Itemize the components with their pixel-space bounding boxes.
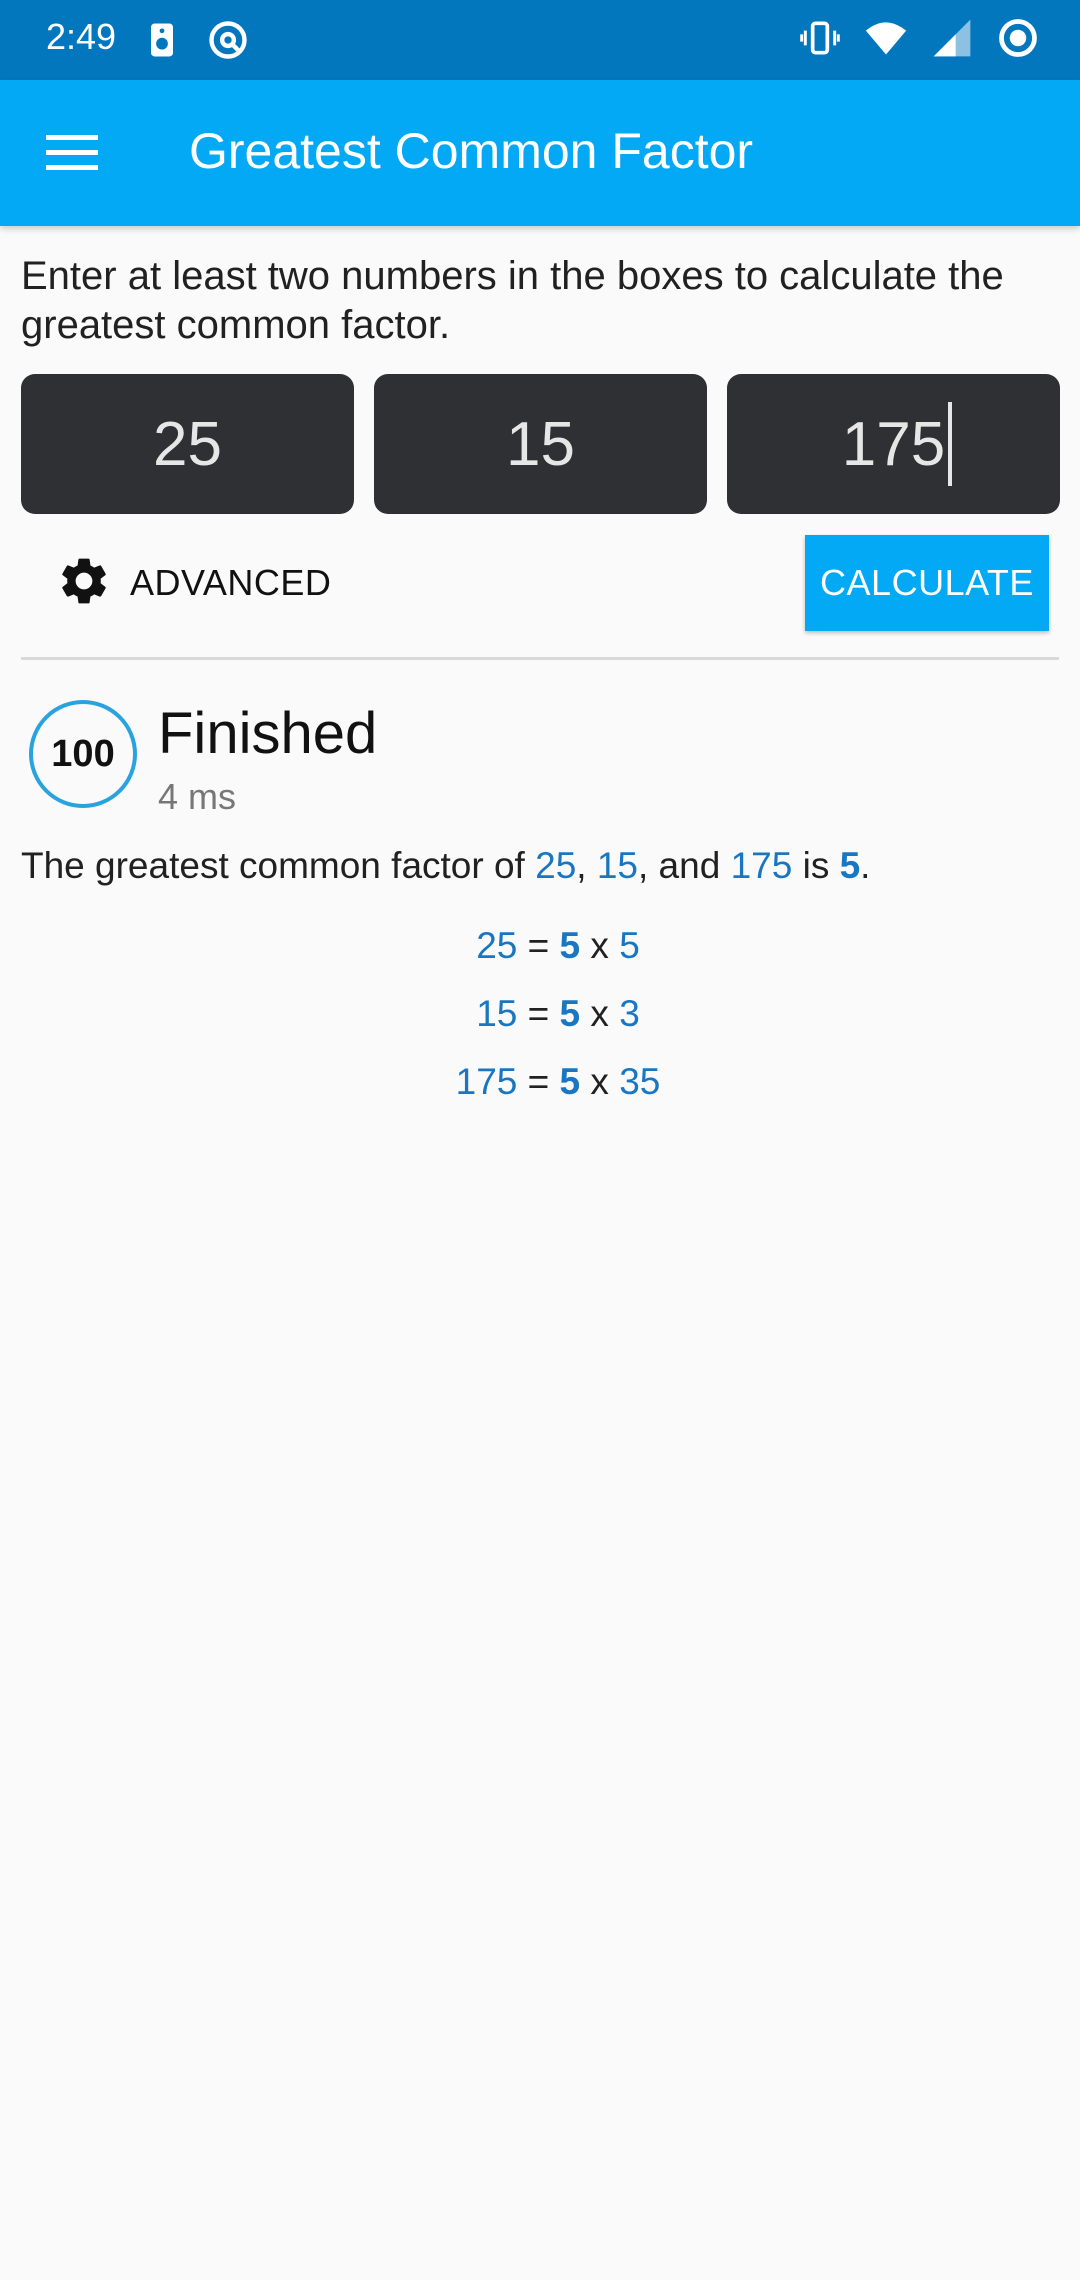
page-title: Greatest Common Factor [189,123,754,179]
status-heading: Finished [158,701,378,766]
elapsed-time: 4 ms [158,776,237,817]
advanced-label: ADVANCED [130,562,332,603]
result-is: is [792,845,840,886]
instructions-text: Enter at least two numbers in the boxes … [21,254,1004,347]
result-number-1: 25 [535,845,577,886]
factor-cofactor: 3 [619,993,640,1034]
result-separator: , [576,845,597,886]
vibrate-icon [798,16,842,60]
hamburger-menu-icon[interactable] [30,115,114,191]
result-number-2: 15 [596,845,638,886]
result-end: . [860,845,871,886]
at-sign-icon [206,18,250,62]
number-input-1[interactable] [21,374,354,514]
times-sign: x [580,993,620,1034]
factor-number: 25 [476,925,518,966]
signal-icon [930,16,974,60]
advanced-button[interactable]: ADVANCED [44,538,343,628]
factor-gcf: 5 [559,925,581,966]
factor-gcf: 5 [559,1061,581,1102]
progress-indicator: 100 [29,700,137,808]
number-input-3[interactable] [727,374,1060,514]
record-icon [996,16,1040,60]
speaker-icon [140,18,184,62]
result-sentence: The greatest common factor of 25, 15, an… [21,845,870,887]
factor-number: 175 [455,1061,518,1102]
factor-cofactor: 35 [619,1061,661,1102]
factor-cofactor: 5 [619,925,640,966]
gear-icon [56,553,112,614]
divider [21,657,1059,660]
factorization-line: 25 = 5 x 5 [0,925,1080,967]
times-sign: x [580,1061,620,1102]
factorization-line: 175 = 5 x 35 [0,1061,1080,1103]
app-bar: Greatest Common Factor [0,80,1080,226]
equals-sign: = [517,993,560,1034]
result-gcf: 5 [839,845,861,886]
status-time: 2:49 [46,16,117,57]
status-bar: 2:49 [0,0,1080,80]
result-number-3: 175 [730,845,793,886]
equals-sign: = [517,925,560,966]
text-cursor [948,402,952,486]
factor-gcf: 5 [559,993,581,1034]
wifi-icon [864,16,908,60]
times-sign: x [580,925,620,966]
result-prefix: The greatest common factor of [21,845,536,886]
factor-number: 15 [476,993,518,1034]
equals-sign: = [517,1061,560,1102]
calculate-button[interactable]: CALCULATE [805,535,1049,631]
factorization-line: 15 = 5 x 3 [0,993,1080,1035]
result-separator: , and [638,845,731,886]
number-input-2[interactable] [374,374,707,514]
